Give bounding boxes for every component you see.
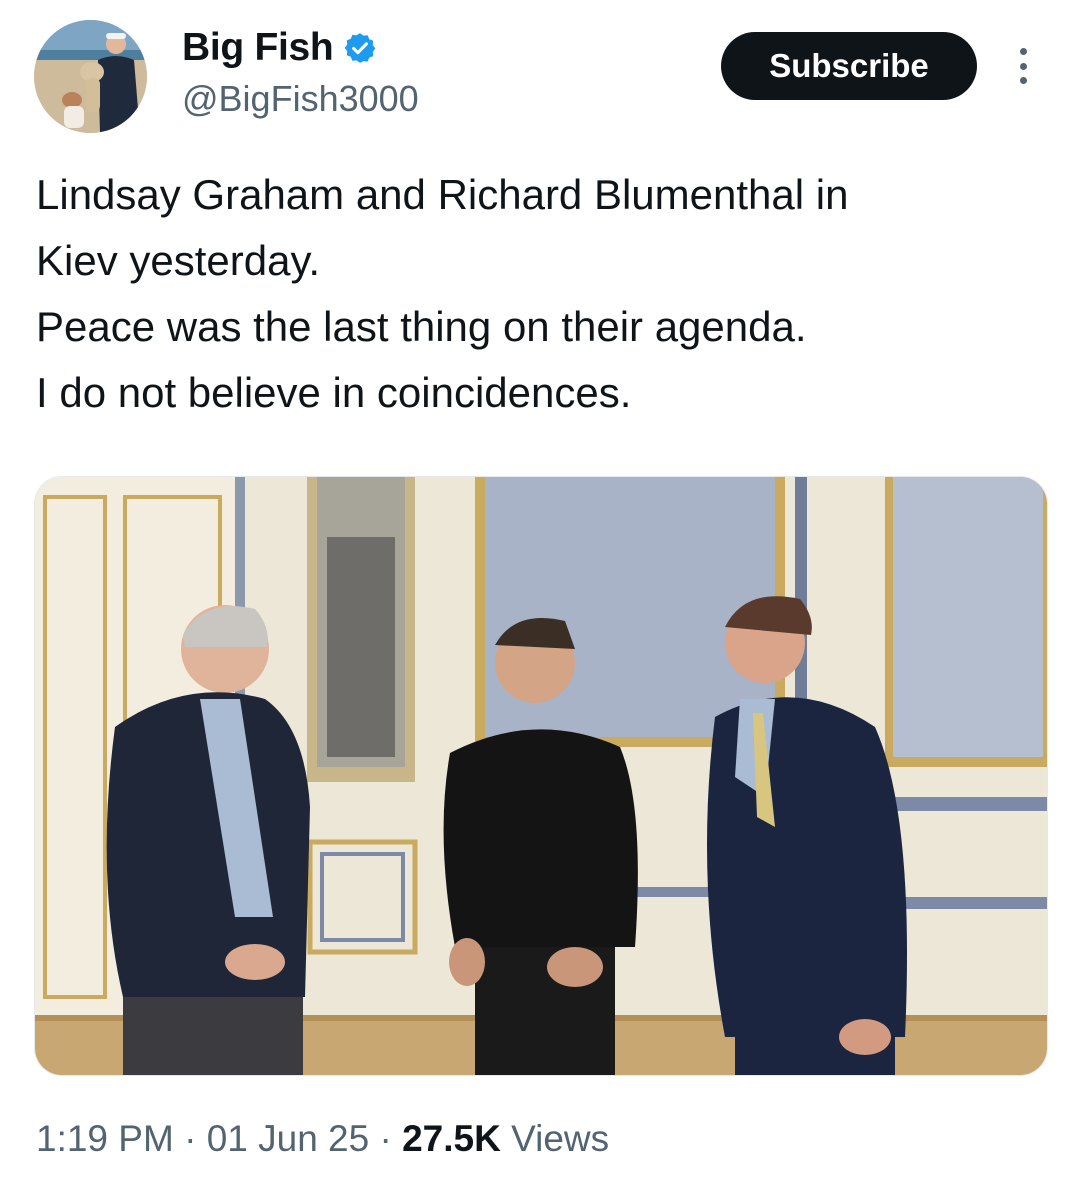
tweet-meta: 1:19 PM · 01 Jun 25 · 27.5K Views bbox=[36, 1118, 609, 1160]
tweet-text-line: Peace was the last thing on their agenda… bbox=[36, 303, 807, 350]
more-dot bbox=[1019, 48, 1027, 55]
tweet-time[interactable]: 1:19 PM bbox=[36, 1118, 174, 1159]
meta-separator: · bbox=[184, 1118, 197, 1159]
author-avatar[interactable] bbox=[34, 20, 147, 133]
tweet-media-photo[interactable] bbox=[34, 476, 1048, 1076]
author-name-row[interactable]: Big Fish bbox=[182, 26, 377, 70]
more-dot bbox=[1019, 62, 1027, 70]
more-options-icon[interactable] bbox=[1010, 48, 1036, 84]
tweet-text-line: Lindsay Graham and Richard Blumenthal in bbox=[36, 171, 849, 218]
more-dot bbox=[1019, 77, 1027, 84]
tweet-date[interactable]: 01 Jun 25 bbox=[207, 1118, 370, 1159]
tweet-text-line: I do not believe in coincidences. bbox=[36, 369, 632, 416]
tweet-text: Lindsay Graham and Richard Blumenthal in… bbox=[36, 162, 1056, 426]
author-handle[interactable]: @BigFish3000 bbox=[182, 78, 419, 120]
views-label: Views bbox=[511, 1118, 610, 1159]
verified-badge-icon bbox=[343, 31, 377, 65]
tweet-text-line: Kiev yesterday. bbox=[36, 237, 321, 284]
meta-separator: · bbox=[379, 1118, 392, 1159]
subscribe-button[interactable]: Subscribe bbox=[721, 32, 977, 100]
photo-three-men-in-ornate-room bbox=[35, 477, 1047, 1075]
author-display-name[interactable]: Big Fish bbox=[182, 26, 334, 70]
avatar-photo bbox=[34, 20, 147, 133]
views-count[interactable]: 27.5K bbox=[402, 1118, 501, 1159]
